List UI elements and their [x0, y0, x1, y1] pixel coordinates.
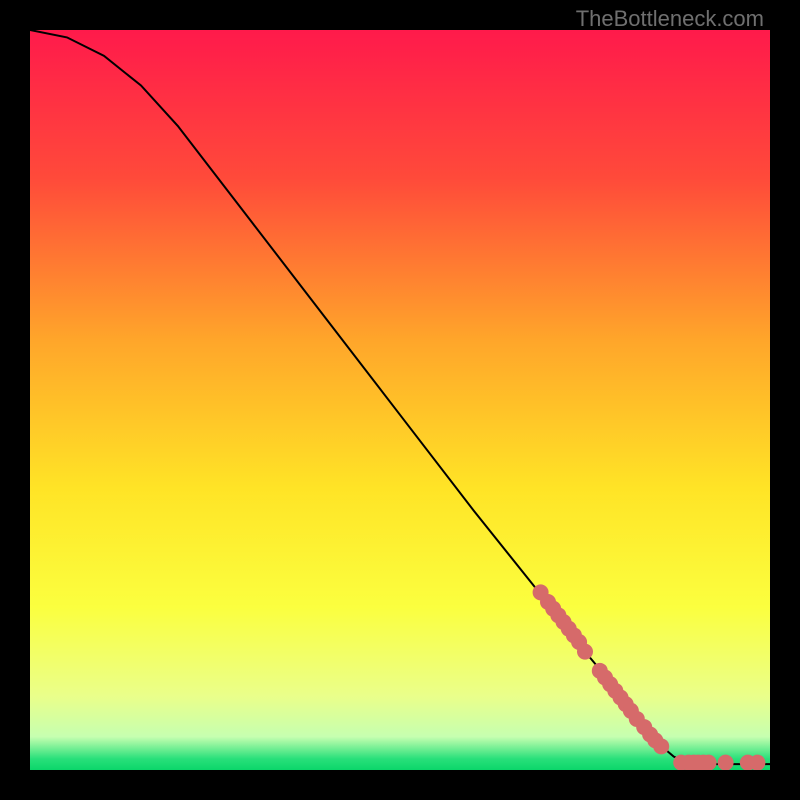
attribution-text: TheBottleneck.com — [576, 6, 764, 32]
gradient-background — [30, 30, 770, 770]
chart-svg — [30, 30, 770, 770]
data-marker — [749, 755, 765, 770]
data-marker — [577, 644, 593, 660]
data-marker — [718, 755, 734, 770]
data-marker — [653, 738, 669, 754]
chart-stage: TheBottleneck.com — [0, 0, 800, 800]
data-marker — [701, 755, 717, 770]
plot-area — [30, 30, 770, 770]
